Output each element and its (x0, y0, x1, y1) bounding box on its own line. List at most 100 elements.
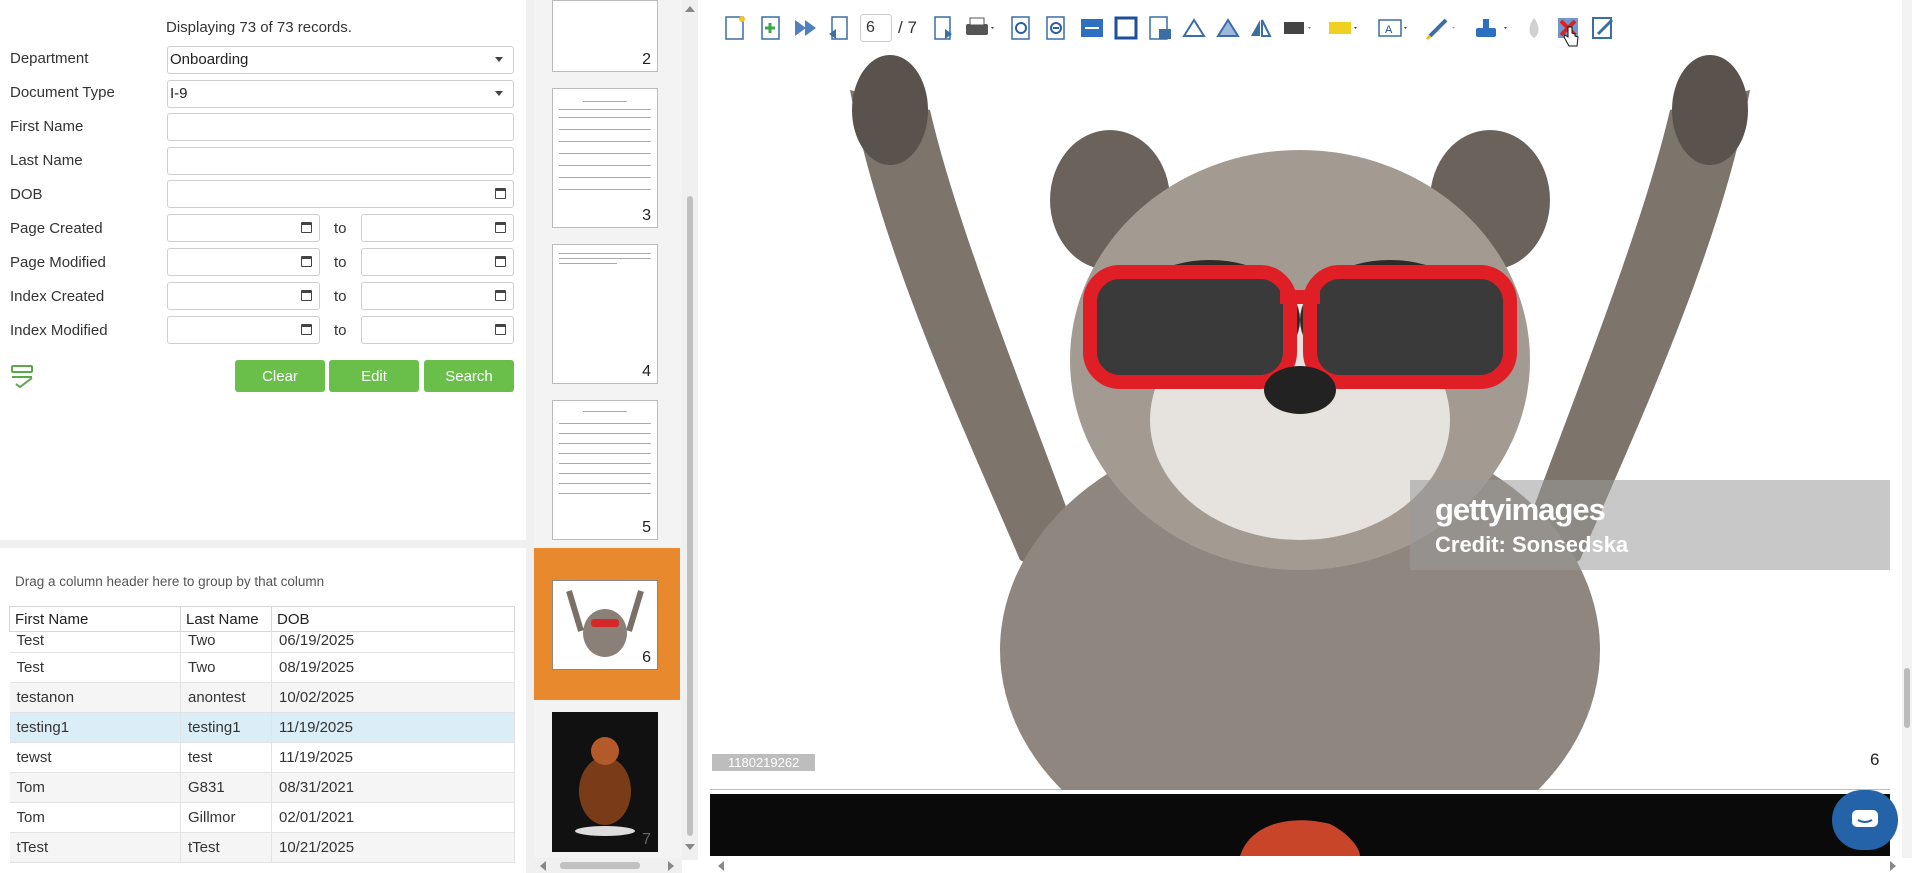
calendar-icon[interactable] (301, 222, 312, 233)
rotate-right-icon[interactable] (1214, 14, 1242, 42)
search-button[interactable]: Search (424, 360, 514, 392)
calendar-icon[interactable] (495, 290, 506, 301)
column-header-last-name[interactable]: Last Name (180, 606, 272, 632)
table-row[interactable]: tTest tTest 10/21/2025 (9, 832, 515, 863)
document-line (559, 253, 651, 254)
calendar-icon[interactable] (495, 324, 506, 335)
page-7-canvas[interactable] (710, 794, 1890, 856)
dob-field[interactable] (167, 180, 514, 208)
previous-page-icon[interactable] (826, 14, 852, 42)
thumbnail-page-6[interactable]: 6 (552, 580, 658, 670)
page-number-input[interactable]: 6 (860, 14, 892, 42)
thumbnail-page-4[interactable]: 4 (552, 244, 658, 384)
page-created-to[interactable] (361, 214, 514, 242)
scroll-down-icon[interactable] (685, 844, 695, 850)
table-row[interactable]: testanon anontest 10/02/2025 (9, 682, 515, 713)
table-row-selected[interactable]: testing1 testing1 11/19/2025 (9, 712, 515, 743)
zoom-in-icon[interactable] (1008, 14, 1036, 42)
table-row[interactable]: Test Two 06/19/2025 (9, 631, 515, 653)
index-created-label: Index Created (10, 288, 105, 305)
rotate-left-icon[interactable] (1180, 14, 1208, 42)
pen-icon[interactable] (1424, 14, 1460, 42)
thumbnail-number: 6 (642, 649, 651, 666)
flip-icon[interactable] (1246, 14, 1274, 42)
highlight-text-icon[interactable] (1326, 14, 1362, 42)
thumbnail-page-7[interactable]: 7 (552, 712, 658, 852)
dob-label: DOB (10, 186, 43, 203)
thumbnail-horizontal-scrollbar[interactable] (534, 858, 682, 873)
calendar-icon[interactable] (495, 222, 506, 233)
table-row[interactable]: tewst test 11/19/2025 (9, 742, 515, 773)
last-name-field[interactable] (167, 147, 514, 175)
calendar-icon[interactable] (301, 324, 312, 335)
page-modified-from[interactable] (167, 248, 320, 276)
document-line (583, 101, 627, 102)
next-page-icon[interactable] (930, 14, 956, 42)
thumbnail-page-3[interactable]: 3 (552, 88, 658, 228)
index-created-from[interactable] (167, 282, 320, 310)
index-modified-to[interactable] (361, 316, 514, 344)
column-header-first-name[interactable]: First Name (9, 606, 181, 632)
department-value: Onboarding (170, 51, 249, 68)
document-type-select[interactable]: I-9 (167, 80, 514, 108)
calendar-icon[interactable] (301, 256, 312, 267)
scrollbar-thumb[interactable] (687, 196, 693, 836)
print-icon[interactable] (962, 14, 998, 42)
viewer-vertical-scrollbar[interactable] (1902, 0, 1912, 860)
viewer-horizontal-scrollbar[interactable] (710, 858, 1912, 873)
first-page-icon[interactable] (792, 14, 822, 42)
department-select[interactable]: Onboarding (167, 46, 514, 74)
scroll-left-icon[interactable] (540, 861, 546, 871)
edit-button[interactable]: Edit (329, 360, 419, 392)
text-annotation-icon[interactable]: A (1376, 14, 1412, 42)
horizontal-splitter[interactable] (0, 540, 526, 548)
new-page-icon[interactable] (722, 14, 748, 42)
table-row[interactable]: Tom G831 08/31/2021 (9, 772, 515, 803)
calendar-icon[interactable] (495, 256, 506, 267)
vertical-splitter[interactable] (526, 0, 534, 873)
cell-dob: 10/21/2025 (271, 832, 515, 863)
scroll-up-icon[interactable] (685, 6, 695, 12)
thumbnail-page-2[interactable]: 2 (552, 0, 658, 72)
calendar-icon[interactable] (301, 290, 312, 301)
department-label: Department (10, 50, 89, 67)
index-modified-from[interactable] (167, 316, 320, 344)
fit-page-icon[interactable] (1112, 14, 1140, 42)
scrollbar-thumb[interactable] (1904, 668, 1910, 728)
stamp-icon[interactable] (1472, 14, 1512, 42)
index-created-to[interactable] (361, 282, 514, 310)
thumbnail-number: 2 (642, 51, 651, 68)
thumbnail-page-5[interactable]: 5 (552, 400, 658, 540)
cell-first-name: tewst (9, 742, 181, 773)
table-row[interactable]: Tom Gillmor 02/01/2021 (9, 802, 515, 833)
cell-first-name: tTest (9, 832, 181, 863)
thumbnail-vertical-scrollbar[interactable] (682, 0, 698, 860)
rectangle-annotation-icon[interactable] (1280, 14, 1316, 42)
clear-button[interactable]: Clear (235, 360, 325, 392)
svg-text:A: A (1385, 24, 1393, 36)
insert-page-icon[interactable] (758, 14, 784, 42)
scroll-right-icon[interactable] (1890, 861, 1896, 871)
column-header-dob[interactable]: DOB (271, 606, 515, 632)
edit-document-icon[interactable] (1590, 14, 1616, 42)
page-modified-to[interactable] (361, 248, 514, 276)
document-viewer: gettyimages Credit: Sonsedska 1180219262… (710, 0, 1912, 873)
chat-button[interactable] (1832, 790, 1898, 850)
table-row[interactable]: Test Two 08/19/2025 (9, 652, 515, 683)
actual-size-icon[interactable] (1146, 14, 1174, 42)
redact-icon[interactable] (1522, 14, 1546, 42)
calendar-icon[interactable] (495, 188, 506, 199)
group-by-hint[interactable]: Drag a column header here to group by th… (15, 574, 324, 589)
page-6-canvas[interactable]: gettyimages Credit: Sonsedska 1180219262… (710, 0, 1890, 790)
page-modified-label: Page Modified (10, 254, 106, 271)
scrollbar-thumb[interactable] (560, 862, 640, 869)
cell-last-name: test (180, 742, 272, 773)
first-name-field[interactable] (167, 113, 514, 141)
saved-search-icon[interactable] (10, 364, 36, 388)
scroll-right-icon[interactable] (668, 861, 674, 871)
fit-width-icon[interactable] (1078, 14, 1106, 42)
page-created-from[interactable] (167, 214, 320, 242)
scroll-left-icon[interactable] (718, 861, 724, 871)
cell-dob: 08/19/2025 (271, 652, 515, 683)
zoom-out-icon[interactable] (1043, 14, 1071, 42)
